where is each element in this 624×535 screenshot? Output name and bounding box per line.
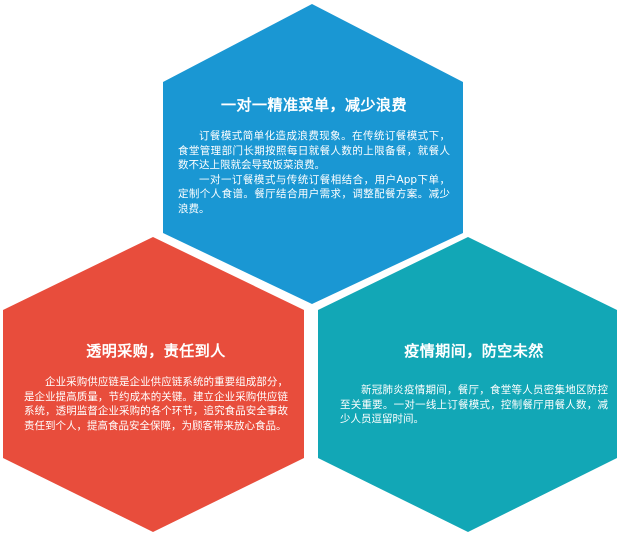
- hexagon-shapes: [3, 4, 617, 532]
- panel-paragraph: 新冠肺炎疫情期间，餐厅，食堂等人员密集地区防控至关重要。一对一线上订餐模式，控制…: [340, 384, 608, 425]
- panel-title: 一对一精准菜单，减少浪费: [220, 96, 407, 114]
- panel-transparent-procurement: 透明采购，责任到人 企业采购供应链是企业供应链系统的重要组成部分，是企业提高质量…: [24, 340, 288, 433]
- panel-paragraph: 订餐模式简单化造成浪费现象。在传统订餐模式下，食堂管理部门长期按照每日就餐人数的…: [178, 130, 450, 171]
- panel-title: 透明采购，责任到人: [86, 342, 226, 360]
- panel-precise-menu: 一对一精准菜单，减少浪费 订餐模式简单化造成浪费现象。在传统订餐模式下，食堂管理…: [178, 94, 450, 216]
- panel-epidemic-prevention: 疫情期间，防空未然 新冠肺炎疫情期间，餐厅，食堂等人员密集地区防控至关重要。一对…: [340, 340, 608, 427]
- panel-title: 疫情期间，防空未然: [404, 342, 544, 360]
- panel-paragraph: 一对一订餐模式与传统订餐相结合，用户App下单，定制个人食谱。餐厅结合用户需求，…: [178, 173, 450, 215]
- panel-paragraph: 企业采购供应链是企业供应链系统的重要组成部分，是企业提高质量，节约成本的关键。建…: [24, 376, 288, 432]
- hexagon-diagram: 一对一精准菜单，减少浪费 订餐模式简单化造成浪费现象。在传统订餐模式下，食堂管理…: [0, 0, 624, 535]
